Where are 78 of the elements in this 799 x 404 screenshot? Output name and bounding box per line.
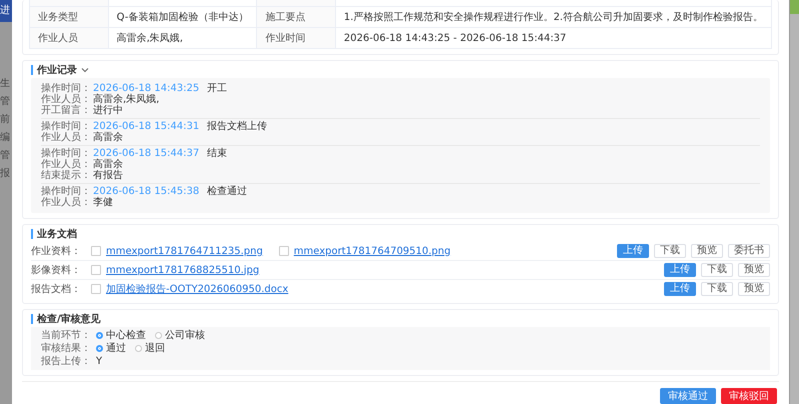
menu-item[interactable]: 管 bbox=[0, 96, 12, 108]
field-label: 作业人员 bbox=[30, 28, 108, 48]
field-label: 施工要点 bbox=[256, 6, 336, 28]
record-label: 操作时间： bbox=[41, 148, 91, 159]
document-label: 作业资料： bbox=[31, 244, 82, 258]
approve-button[interactable]: 审核通过 bbox=[660, 388, 716, 404]
record-time: 2026-06-18 15:44:31 bbox=[93, 121, 200, 132]
document-label: 影像资料： bbox=[31, 264, 82, 277]
checkbox[interactable] bbox=[278, 246, 289, 256]
record-label: 作业人员： bbox=[41, 132, 91, 143]
section-title: 业务文档 bbox=[37, 228, 77, 240]
record-label: 作业人员： bbox=[41, 197, 91, 208]
field-value: Y bbox=[96, 356, 102, 368]
file-link[interactable]: 加固检验报告-OOTY2026060950.docx bbox=[106, 282, 288, 296]
field-label: 作业时间 bbox=[256, 28, 336, 48]
reject-button[interactable]: 审核驳回 bbox=[721, 388, 777, 404]
field-label: 审核结果： bbox=[41, 342, 91, 354]
field-value: 2026-06-18 14:43:25 - 2026-06-18 15:44:37 bbox=[335, 28, 772, 48]
record-time: 2026-06-18 14:43:25 bbox=[93, 83, 200, 94]
record-label: 操作时间： bbox=[41, 83, 91, 94]
record-action: 报告文档上传 bbox=[207, 121, 268, 132]
checkbox[interactable] bbox=[91, 246, 101, 256]
section-title: 检查/审核意见 bbox=[37, 312, 101, 326]
option-label[interactable]: 公司审核 bbox=[165, 330, 205, 342]
radio-button[interactable] bbox=[155, 332, 162, 339]
checkbox[interactable] bbox=[91, 284, 101, 294]
field-value: 1.严格按照工作规范和安全操作规程进行作业。2.符合航公司升加固要求，及时制作检验报告。 bbox=[335, 6, 772, 28]
upload-button[interactable]: 上传 bbox=[664, 282, 696, 296]
record-value: 李健 bbox=[93, 197, 113, 208]
file-link[interactable]: mmexport1781764709510.png bbox=[294, 246, 451, 256]
section-title: 作业记录 bbox=[37, 64, 77, 76]
download-button[interactable]: 下载 bbox=[654, 244, 686, 258]
record-label: 操作时间： bbox=[41, 186, 91, 197]
radio-button[interactable] bbox=[135, 345, 142, 352]
record-value: 高雷余,朱凤娥, bbox=[93, 94, 160, 105]
preview-button[interactable]: 预览 bbox=[691, 244, 723, 258]
record-time: 2026-06-18 15:45:38 bbox=[93, 186, 200, 197]
record-action: 检查通过 bbox=[207, 186, 248, 197]
record-label: 作业人员： bbox=[41, 94, 91, 105]
record-label: 操作时间： bbox=[41, 121, 91, 132]
menu-item[interactable]: 前 bbox=[0, 114, 12, 126]
menu-item[interactable]: 编 bbox=[0, 132, 12, 144]
record-time: 2026-06-18 15:44:37 bbox=[93, 148, 200, 159]
record-value: 有报告 bbox=[93, 170, 123, 181]
field-label: 当前环节： bbox=[41, 330, 91, 342]
document-label: 报告文档： bbox=[31, 282, 82, 296]
field-label: 业务类型 bbox=[30, 6, 108, 28]
download-button[interactable]: 下载 bbox=[701, 263, 733, 277]
radio-button[interactable] bbox=[96, 345, 103, 352]
upload-button[interactable]: 上传 bbox=[664, 263, 696, 277]
record-action: 开工 bbox=[207, 83, 228, 94]
file-link[interactable]: mmexport1781764711235.png bbox=[106, 246, 263, 256]
menu-item[interactable]: 进 bbox=[0, 0, 12, 22]
chevron-down-icon[interactable] bbox=[81, 66, 89, 72]
file-link[interactable]: mmexport1781768825510.jpg bbox=[106, 264, 260, 276]
preview-button[interactable]: 预览 bbox=[738, 282, 770, 296]
field-label: 报告上传： bbox=[41, 356, 91, 368]
checkbox[interactable] bbox=[91, 265, 101, 275]
record-label: 作业人员： bbox=[41, 159, 91, 170]
record-value: 高雷余 bbox=[93, 132, 123, 143]
menu-item[interactable]: 管 bbox=[0, 150, 12, 162]
radio-button[interactable] bbox=[96, 332, 103, 339]
upload-button[interactable]: 上传 bbox=[617, 244, 649, 258]
menu-item[interactable]: 生 bbox=[0, 78, 12, 90]
option-label[interactable]: 中心检查 bbox=[106, 330, 146, 342]
field-value: 高雷余,朱凤娥, bbox=[108, 28, 257, 48]
option-label[interactable]: 通过 bbox=[106, 342, 126, 354]
menu-item[interactable]: 报 bbox=[0, 168, 12, 180]
record-value: 进行中 bbox=[93, 105, 123, 116]
record-action: 结束 bbox=[207, 148, 228, 159]
authorization-button[interactable]: 委托书 bbox=[728, 244, 770, 258]
option-label[interactable]: 退回 bbox=[145, 342, 165, 354]
record-value: 高雷余 bbox=[93, 159, 123, 170]
field-value: Q-备装箱加固检验（非中达） bbox=[108, 6, 257, 28]
record-label: 结束提示： bbox=[41, 170, 91, 181]
preview-button[interactable]: 预览 bbox=[738, 263, 770, 277]
record-label: 开工留言： bbox=[41, 105, 91, 116]
download-button[interactable]: 下载 bbox=[701, 282, 733, 296]
